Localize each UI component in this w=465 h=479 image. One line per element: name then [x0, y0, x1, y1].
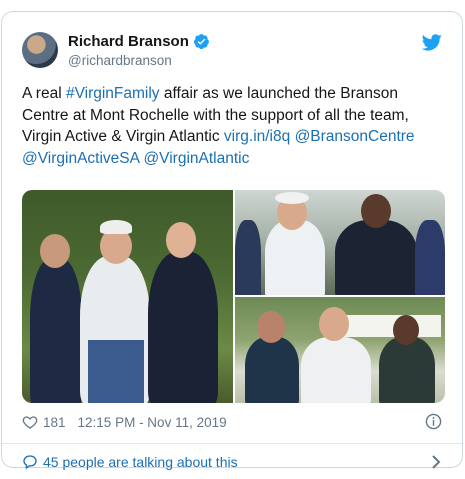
tweet-link[interactable]: @BransonCentre [295, 128, 415, 145]
author-avatar[interactable] [22, 32, 58, 68]
photo-group-portrait[interactable] [22, 190, 233, 403]
chevron-right-icon[interactable] [430, 454, 442, 470]
footer-divider [2, 443, 462, 444]
author-name-row[interactable]: Richard Branson [68, 33, 210, 50]
speech-bubble-icon [23, 455, 37, 470]
tweet-media-grid[interactable] [22, 190, 445, 403]
tweet-footer: 181 12:15 PM - Nov 11, 2019 [22, 412, 442, 432]
tweet-card[interactable]: Richard Branson @richardbranson A real #… [1, 11, 463, 470]
tweet-header: Richard Branson @richardbranson [22, 32, 442, 72]
tweet-link[interactable]: virg.in/i8q [224, 128, 290, 145]
info-icon[interactable] [425, 413, 442, 430]
tweet-link[interactable]: #VirginFamily [66, 85, 160, 102]
tweet-link[interactable]: @VirginActiveSA [22, 150, 139, 167]
tweet-text-segment: A real [22, 85, 66, 102]
like-count[interactable]: 181 [43, 415, 66, 430]
author-name[interactable]: Richard Branson [68, 33, 189, 50]
photo-speech[interactable] [235, 297, 445, 403]
twitter-bird-icon[interactable] [422, 34, 442, 51]
verified-badge-icon [193, 34, 209, 50]
conversation-link[interactable]: 45 people are talking about this [22, 452, 442, 472]
tweet-timestamp[interactable]: 12:15 PM - Nov 11, 2019 [78, 415, 227, 430]
conversation-text[interactable]: 45 people are talking about this [43, 454, 238, 470]
photo-conversation[interactable] [235, 190, 445, 295]
author-handle[interactable]: @richardbranson [68, 53, 172, 68]
tweet-text: A real #VirginFamily affair as we launch… [22, 83, 444, 169]
tweet-link[interactable]: @VirginAtlantic [143, 150, 249, 167]
heart-icon[interactable] [22, 414, 38, 430]
